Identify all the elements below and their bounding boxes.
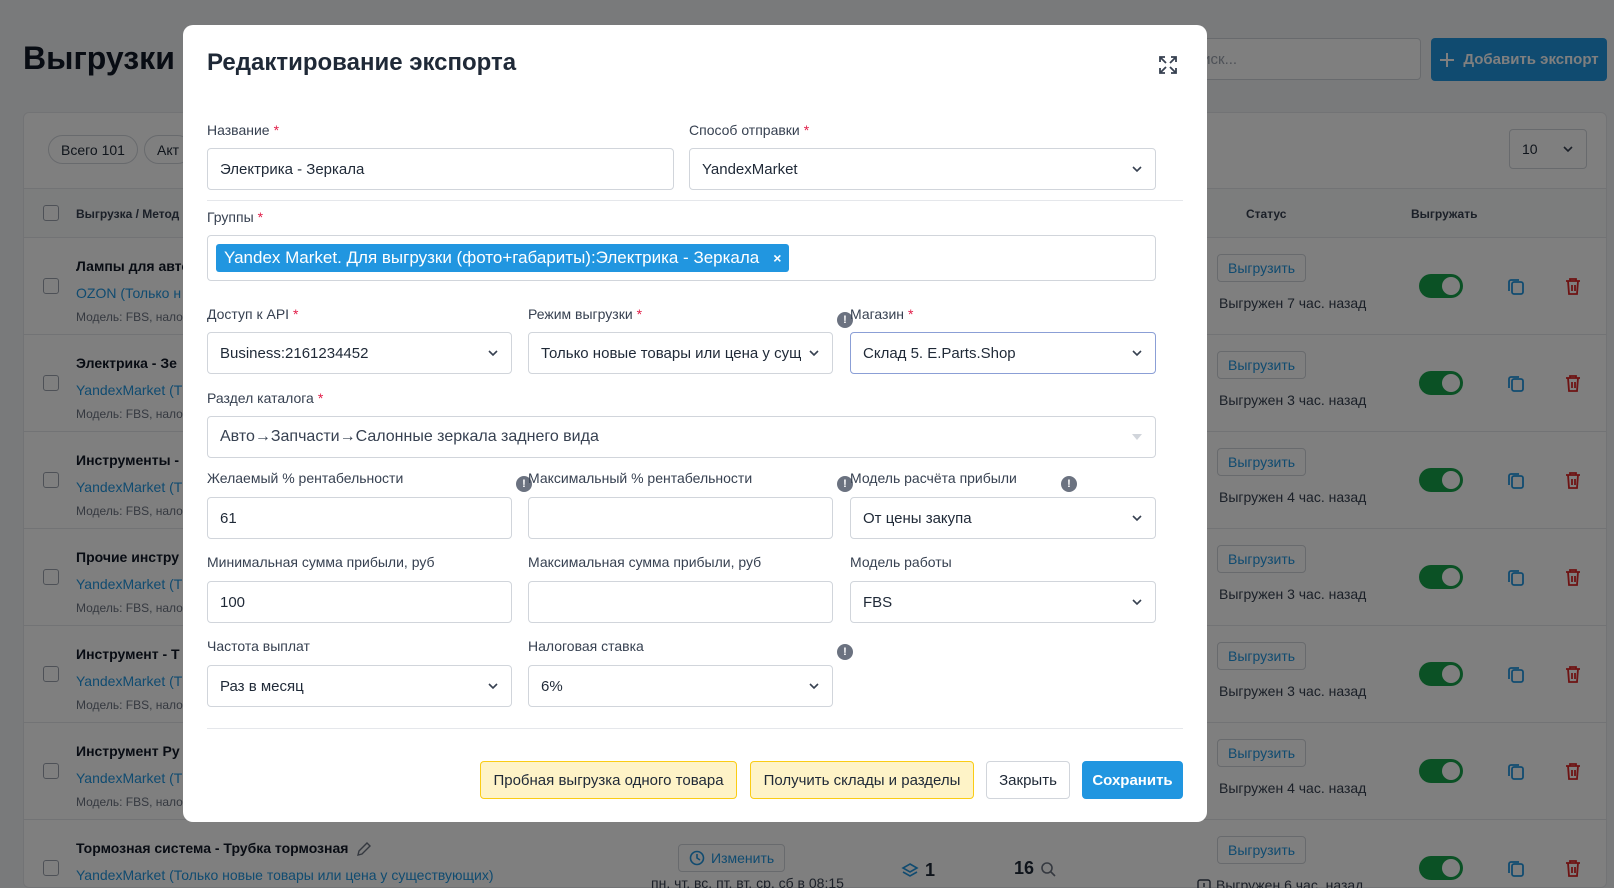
name-input[interactable]: Электрика - Зеркала — [207, 148, 674, 190]
edit-export-modal: Редактирование экспорта Название * Электр… — [183, 25, 1207, 822]
profit-model-label: Модель расчёта прибыли — [850, 470, 1017, 486]
api-select[interactable]: Business:2161234452 — [207, 332, 512, 374]
max-sum-input[interactable] — [528, 581, 833, 623]
save-button[interactable]: Сохранить — [1082, 761, 1183, 799]
footer-divider — [207, 728, 1183, 729]
tax-label: Налоговая ставка — [528, 638, 644, 654]
chevron-down-icon — [809, 350, 819, 357]
divider — [207, 200, 1183, 201]
payout-select[interactable]: Раз в месяц — [207, 665, 512, 707]
shop-label: Магазин * — [850, 306, 914, 322]
tag-remove-icon[interactable]: × — [773, 250, 781, 266]
api-label: Доступ к API * — [207, 306, 299, 322]
max-sum-label: Максимальная сумма прибыли, руб — [528, 554, 762, 570]
payout-label: Частота выплат — [207, 638, 310, 654]
work-model-label: Модель работы — [850, 554, 952, 570]
chevron-down-icon — [488, 350, 498, 357]
max-input[interactable] — [528, 497, 833, 539]
get-warehouses-button[interactable]: Получить склады и разделы — [750, 761, 974, 799]
send-method-label: Способ отправки * — [689, 122, 810, 138]
test-export-button[interactable]: Пробная выгрузка одного товара — [480, 761, 737, 799]
min-sum-label: Минимальная сумма прибыли, руб — [207, 554, 435, 570]
info-icon[interactable]: ! — [837, 644, 853, 660]
shop-select[interactable]: Склад 5. E.Parts.Shop — [850, 332, 1156, 374]
name-label: Название * — [207, 122, 280, 138]
profit-model-select[interactable]: От цены закупа — [850, 497, 1156, 539]
chevron-down-icon — [488, 683, 498, 690]
send-method-select[interactable]: YandexMarket — [689, 148, 1156, 190]
max-label: Максимальный % рентабельности — [528, 470, 753, 486]
group-tag: Yandex Market. Для выгрузки (фото+габари… — [216, 244, 790, 272]
desired-input[interactable]: 61 — [207, 497, 512, 539]
catalog-label: Раздел каталога * — [207, 390, 324, 406]
close-button[interactable]: Закрыть — [986, 761, 1070, 799]
tax-select[interactable]: 6% — [528, 665, 833, 707]
caret-down-icon — [1132, 434, 1142, 440]
modal-title: Редактирование экспорта — [207, 49, 517, 76]
info-icon[interactable]: ! — [1061, 476, 1077, 492]
expand-icon[interactable] — [1156, 53, 1180, 77]
chevron-down-icon — [809, 683, 819, 690]
groups-label: Группы * — [207, 209, 264, 225]
chevron-down-icon — [1132, 515, 1142, 522]
mode-label: Режим выгрузки * — [528, 306, 643, 322]
group-tag-label: Yandex Market. Для выгрузки (фото+габари… — [224, 248, 760, 267]
catalog-select[interactable]: Авто→Запчасти→Салонные зеркала заднего в… — [207, 416, 1156, 458]
desired-label: Желаемый % рентабельности — [207, 470, 404, 486]
min-sum-input[interactable]: 100 — [207, 581, 512, 623]
work-model-select[interactable]: FBS — [850, 581, 1156, 623]
mode-select[interactable]: Только новые товары или цена у существую… — [528, 332, 833, 374]
chevron-down-icon — [1132, 350, 1142, 357]
chevron-down-icon — [1132, 166, 1142, 173]
chevron-down-icon — [1132, 599, 1142, 606]
